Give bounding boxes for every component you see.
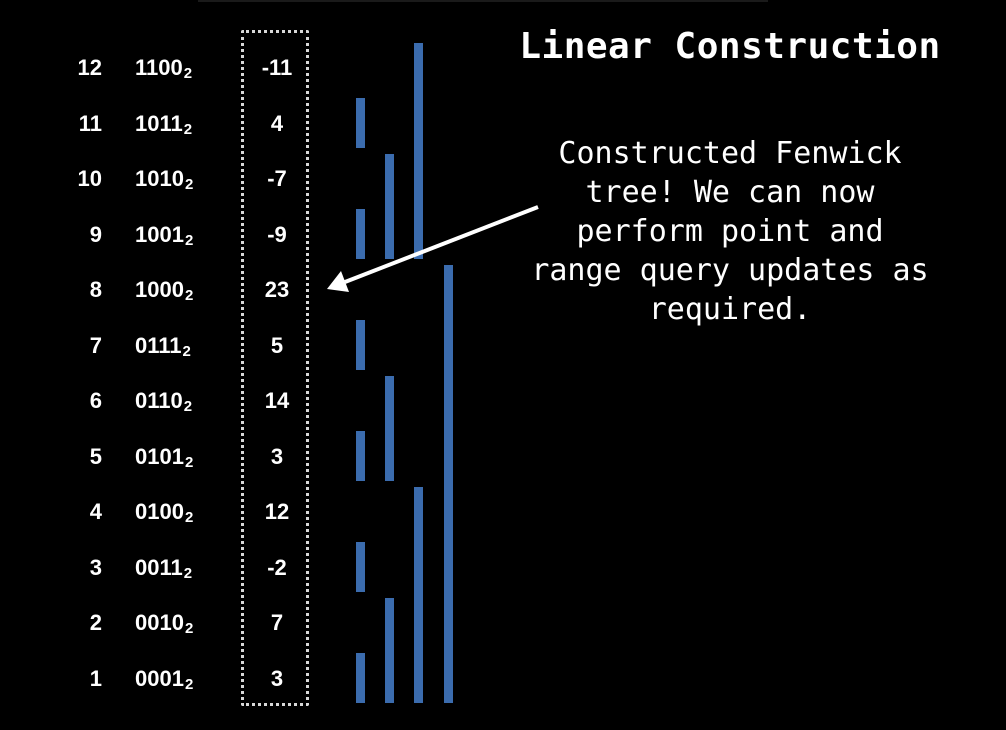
pointer-arrow <box>327 205 539 292</box>
fenwick-slide: 12 11002 -11 11 10112 4 10 10102 -7 9 10012 -9 8 1000… <box>0 0 1006 730</box>
arrow-shaft <box>344 205 539 284</box>
